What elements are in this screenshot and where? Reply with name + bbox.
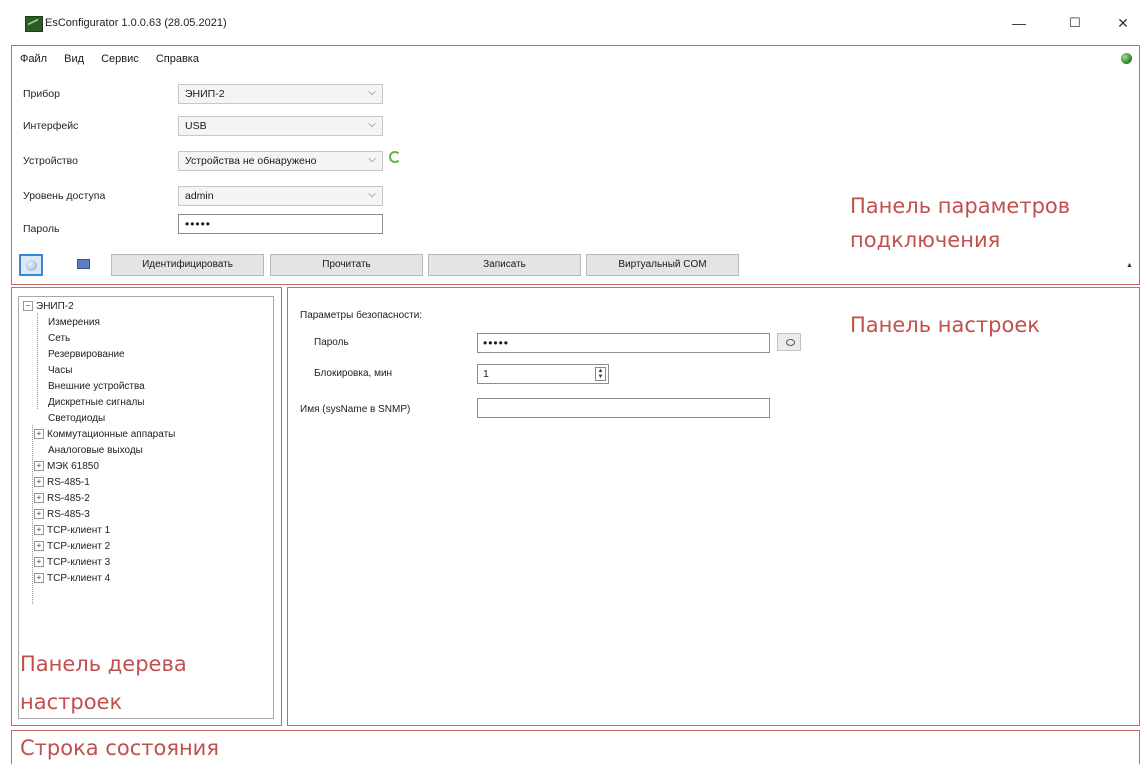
menu-bar: Файл Вид Сервис Справка [20,53,213,69]
tree-item[interactable]: + TCP-клиент 2 [34,541,110,552]
tree-item[interactable]: Часы [48,365,72,376]
tree-item[interactable]: + МЭК 61850 [34,461,99,472]
connect-button[interactable] [19,254,43,276]
security-section-title: Параметры безопасности: [300,310,423,321]
annotation-tree-panel-line1: Панель дерева [20,652,187,676]
tree-item[interactable]: + TCP-клиент 3 [34,557,110,568]
tree-item-label: TCP-клиент 1 [47,525,111,536]
device-select[interactable]: ЭНИП-2 ⌵ [178,84,383,104]
close-button[interactable]: ✕ [1108,12,1138,34]
interface-select-value: USB [185,120,207,132]
tree-item[interactable]: Резервирование [48,349,125,360]
sysname-field[interactable] [477,398,770,418]
tree-item[interactable]: + RS-485-2 [34,493,90,504]
tree-item[interactable]: Светодиоды [48,413,105,424]
menu-view[interactable]: Вид [64,53,84,65]
tree-item-label: TCP-клиент 2 [47,541,111,552]
tree-root[interactable]: − ЭНИП-2 [23,301,74,312]
access-level-select[interactable]: admin ⌵ [178,186,383,206]
tree-item-label: TCP-клиент 4 [47,573,111,584]
settings-password-field[interactable]: ••••• [477,333,770,353]
annotation-connection-panel-line1: Панель параметров [850,194,1071,218]
refresh-icon[interactable] [389,151,401,163]
expand-icon[interactable]: + [34,477,44,488]
lock-minutes-value: 1 [483,368,489,380]
expand-icon[interactable]: + [34,573,44,584]
expand-icon[interactable]: + [34,557,44,568]
show-password-button[interactable] [777,333,801,351]
tree-guide-line [37,313,38,409]
menu-file[interactable]: Файл [20,53,47,65]
expand-icon[interactable]: + [34,493,44,504]
tree-item-label: RS-485-2 [47,493,90,504]
password-field-value: ••••• [185,217,212,231]
expand-icon[interactable]: + [34,525,44,536]
interface-label: Интерфейс [23,120,79,132]
menu-help[interactable]: Справка [156,53,199,65]
expand-icon[interactable]: + [34,541,44,552]
collapse-icon[interactable]: − [23,301,33,312]
tree-item[interactable]: Измерения [48,317,100,328]
password-field[interactable]: ••••• [178,214,383,234]
tree-item[interactable]: Сеть [48,333,70,344]
lock-label: Блокировка, мин [314,368,393,379]
collapse-arrow-icon[interactable]: ▲ [1126,262,1133,269]
virtual-com-button[interactable]: Виртуальный COM [586,254,739,276]
chevron-down-icon: ⌵ [368,154,376,165]
window-title: EsConfigurator 1.0.0.63 (28.05.2021) [45,17,227,29]
tree-item[interactable]: + RS-485-3 [34,509,90,520]
tree-root-label: ЭНИП-2 [36,301,74,312]
sysname-label: Имя (sysName в SNMP) [300,404,411,415]
tree-item[interactable]: + Коммутационные аппараты [34,429,175,440]
device-select-value: ЭНИП-2 [185,88,225,100]
settings-password-value: ••••• [483,336,510,350]
monitor-button[interactable] [71,254,95,276]
identify-button[interactable]: Идентифицировать [111,254,264,276]
maximize-button[interactable]: ☐ [1060,12,1090,34]
annotation-connection-panel-line2: подключения [850,228,1001,252]
annotation-tree-panel-line2: настроек [20,690,123,714]
tree-guide-line [32,425,33,604]
tree-item[interactable]: + TCP-клиент 1 [34,525,110,536]
settings-password-label: Пароль [314,337,349,348]
tree-item[interactable]: + RS-485-1 [34,477,90,488]
annotation-status-bar: Строка состояния [20,736,219,760]
annotation-settings-panel: Панель настроек [850,313,1040,337]
tree-item-label: RS-485-1 [47,477,90,488]
read-button[interactable]: Прочитать [270,254,423,276]
tree-item[interactable]: Внешние устройства [48,381,145,392]
expand-icon[interactable]: + [34,461,44,472]
device-label: Прибор [23,88,60,100]
write-button[interactable]: Записать [428,254,581,276]
lock-minutes-stepper[interactable]: 1 ▲ ▼ [477,364,609,384]
unit-select-value: Устройства не обнаружено [185,155,317,167]
tree-item[interactable]: Дискретные сигналы [48,397,145,408]
chevron-down-icon: ⌵ [368,119,376,130]
menu-service[interactable]: Сервис [101,53,139,65]
tree-item[interactable]: + TCP-клиент 4 [34,573,110,584]
chevron-down-icon: ⌵ [368,189,376,200]
title-bar: EsConfigurator 1.0.0.63 (28.05.2021) — ☐… [0,0,1142,44]
tree-item-label: TCP-клиент 3 [47,557,111,568]
spin-arrows-icon[interactable]: ▲ ▼ [595,367,606,381]
access-level-label: Уровень доступа [23,190,106,202]
globe-icon [1121,53,1132,64]
tree-item-label: Коммутационные аппараты [47,429,176,440]
monitor-icon [77,259,90,269]
app-logo-icon [25,16,43,32]
minimize-button[interactable]: — [1004,12,1034,34]
chevron-down-icon: ⌵ [368,87,376,98]
access-level-select-value: admin [185,190,214,202]
unit-label: Устройство [23,155,78,167]
tree-item[interactable]: Аналоговые выходы [48,445,143,456]
connect-icon [26,260,37,271]
unit-select[interactable]: Устройства не обнаружено ⌵ [178,151,383,171]
expand-icon[interactable]: + [34,509,44,520]
expand-icon[interactable]: + [34,429,44,440]
password-label: Пароль [23,223,60,235]
tree-item-label: RS-485-3 [47,509,90,520]
tree-item-label: МЭК 61850 [47,461,99,472]
interface-select[interactable]: USB ⌵ [178,116,383,136]
